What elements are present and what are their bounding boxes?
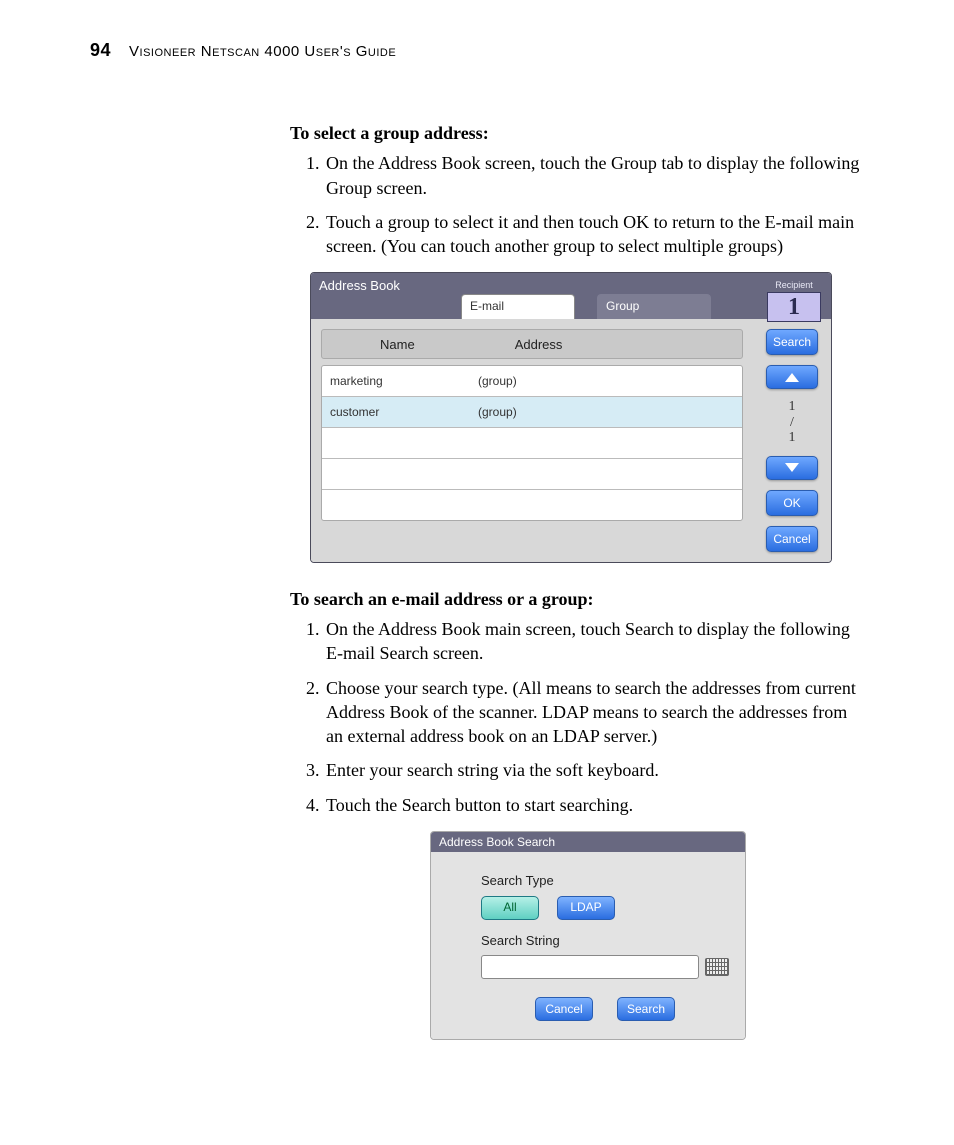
section-heading-search: To search an e-mail address or a group: xyxy=(290,587,864,611)
keyboard-icon[interactable] xyxy=(705,958,729,976)
page-number: 94 xyxy=(90,40,111,61)
step: Choose your search type. (All means to s… xyxy=(324,676,864,749)
step: On the Address Book main screen, touch S… xyxy=(324,617,864,666)
search-submit-button[interactable]: Search xyxy=(617,997,675,1021)
arrow-down-icon xyxy=(785,463,799,472)
cell-address: (group) xyxy=(478,404,517,420)
table-row[interactable]: customer (group) xyxy=(322,397,742,428)
table-row[interactable] xyxy=(322,490,742,520)
address-book-screenshot: Address Book E-mail Group Recipient 1 Na… xyxy=(310,272,832,562)
tab-email[interactable]: E-mail xyxy=(461,294,575,319)
steps-search: On the Address Book main screen, touch S… xyxy=(290,617,864,817)
col-address: Address xyxy=(515,336,563,354)
search-dialog-screenshot: Address Book Search Search Type All LDAP… xyxy=(430,831,746,1040)
search-type-label: Search Type xyxy=(481,872,729,890)
recipient-label: Recipient xyxy=(767,279,821,291)
step: Touch the Search button to start searchi… xyxy=(324,793,864,817)
slash: / xyxy=(789,415,796,430)
arrow-up-icon xyxy=(785,373,799,382)
section-heading-select-group: To select a group address: xyxy=(290,121,864,145)
search-cancel-button[interactable]: Cancel xyxy=(535,997,593,1021)
page-down-button[interactable] xyxy=(766,456,818,480)
page-up-button[interactable] xyxy=(766,365,818,389)
running-header: 94 Visioneer Netscan 4000 User's Guide xyxy=(90,40,864,61)
search-type-all-button[interactable]: All xyxy=(481,896,539,920)
doc-title: Visioneer Netscan 4000 User's Guide xyxy=(129,43,396,60)
step: On the Address Book screen, touch the Gr… xyxy=(324,151,864,200)
search-dialog-title: Address Book Search xyxy=(431,832,745,852)
cancel-button[interactable]: Cancel xyxy=(766,526,818,552)
search-button[interactable]: Search xyxy=(766,329,818,355)
table-row[interactable]: marketing (group) xyxy=(322,366,742,397)
search-string-label: Search String xyxy=(481,932,729,950)
ok-button[interactable]: OK xyxy=(766,490,818,516)
table-row[interactable] xyxy=(322,428,742,459)
address-book-title: Address Book xyxy=(319,277,400,295)
recipient-counter: Recipient 1 xyxy=(767,279,821,321)
tab-group[interactable]: Group xyxy=(597,294,711,319)
pager: 1 / 1 xyxy=(789,399,796,445)
search-type-ldap-button[interactable]: LDAP xyxy=(557,896,615,920)
recipient-count: 1 xyxy=(767,292,821,322)
step: Touch a group to select it and then touc… xyxy=(324,210,864,259)
step: Enter your search string via the soft ke… xyxy=(324,758,864,782)
column-headers: Name Address xyxy=(321,329,743,359)
cell-address: (group) xyxy=(478,373,517,389)
table-row[interactable] xyxy=(322,459,742,490)
search-string-input[interactable] xyxy=(481,955,699,979)
cell-name: marketing xyxy=(330,373,418,389)
page-total: 1 xyxy=(789,430,796,445)
col-name: Name xyxy=(380,336,415,354)
page-current: 1 xyxy=(789,399,796,414)
steps-select-group: On the Address Book screen, touch the Gr… xyxy=(290,151,864,258)
cell-name: customer xyxy=(330,404,418,420)
